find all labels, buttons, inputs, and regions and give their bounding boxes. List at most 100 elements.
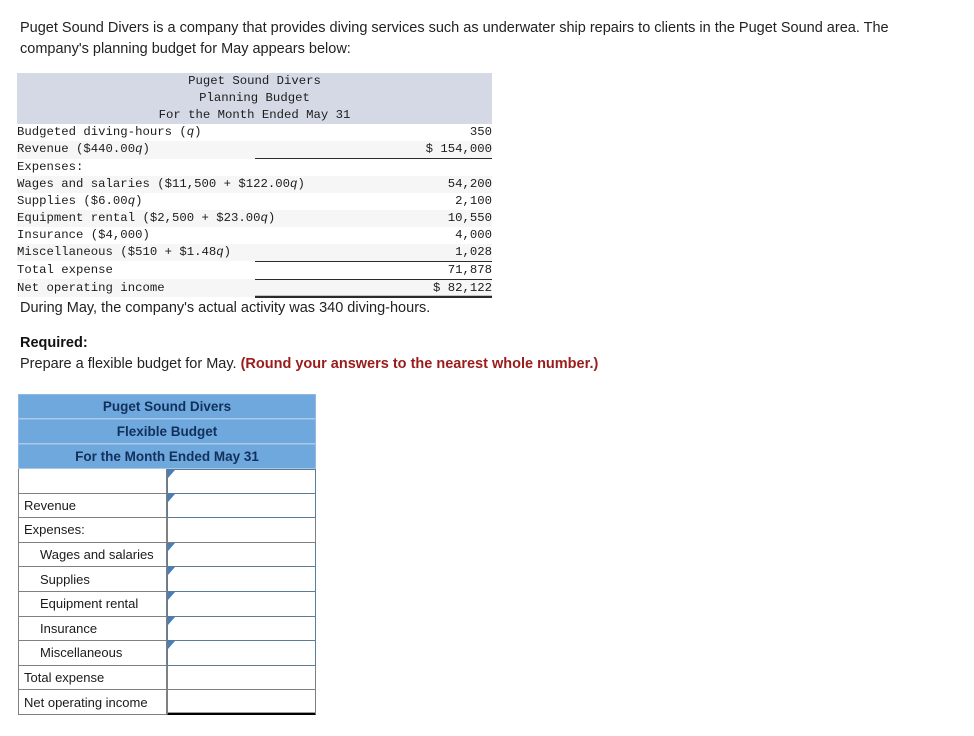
flexible-budget-row-label: Revenue: [18, 493, 167, 519]
actual-activity-text: During May, the company's actual activit…: [20, 300, 431, 316]
flexible-budget-answer-input[interactable]: [167, 518, 316, 543]
planning-budget-row: Total expense 71,878: [17, 261, 492, 280]
flexible-budget-row: Total expense: [18, 665, 316, 691]
required-instruction-line: Prepare a flexible budget for May. (Roun…: [20, 354, 820, 375]
flexible-budget-answer-input[interactable]: [167, 641, 316, 666]
planning-budget-title-row-1: Puget Sound Divers: [17, 73, 492, 90]
planning-budget-title-row-2: Planning Budget: [17, 90, 492, 107]
flexible-budget-row-label: Wages and salaries: [18, 542, 167, 568]
flexible-budget-row-label: Miscellaneous: [18, 641, 167, 666]
planning-budget-row-label: Supplies ($6.00q): [17, 193, 143, 208]
cell-marker-icon: [168, 591, 175, 600]
flexible-budget-row-label: Total expense: [18, 665, 167, 691]
flexible-budget-title-row-1: Puget Sound Divers: [18, 394, 316, 419]
rounding-note: (Round your answers to the nearest whole…: [240, 356, 599, 372]
planning-budget-row-label: Budgeted diving-hours (q): [17, 125, 202, 139]
flexible-budget-grid: Puget Sound Divers Flexible Budget For t…: [18, 394, 316, 715]
flexible-budget-period: For the Month Ended May 31: [18, 444, 316, 469]
flexible-budget-row-label: [18, 469, 167, 494]
planning-budget-row-label: Expenses:: [17, 159, 84, 174]
activity-variable: q: [186, 125, 195, 139]
planning-budget-row-value: 4,000: [455, 227, 492, 242]
flexible-budget-answer-input[interactable]: [167, 567, 316, 592]
planning-budget-row-label: Total expense: [17, 262, 113, 277]
planning-budget-title-row-3: For the Month Ended May 31: [17, 107, 492, 124]
flexible-budget-answer-input[interactable]: [167, 493, 316, 519]
planning-budget-row: Equipment rental ($2,500 + $23.00q) 10,55…: [17, 209, 492, 227]
planning-budget-row-value: [255, 159, 493, 176]
planning-budget-row-value: 2,100: [455, 193, 492, 208]
flexible-budget-row: Miscellaneous: [18, 641, 316, 666]
planning-budget-rows: Budgeted diving-hours (q) 350 Revenue ($44…: [17, 124, 492, 298]
cell-marker-icon: [168, 641, 175, 650]
intro-paragraph: Puget Sound Divers is a company that pro…: [20, 18, 950, 60]
planning-budget-row-value: $ 82,122: [254, 279, 492, 298]
flexible-budget-row-label: Supplies: [18, 567, 167, 592]
required-instruction: Prepare a flexible budget for May.: [20, 356, 241, 372]
flexible-budget-answer-input[interactable]: [167, 665, 316, 691]
flexible-budget-title-row-2: Flexible Budget: [18, 419, 316, 444]
planning-budget-statement-name: Planning Budget: [17, 90, 492, 107]
flexible-budget-row: Net operating income: [18, 690, 316, 715]
planning-budget-row: Net operating income $ 82,122: [17, 279, 492, 298]
cell-marker-icon: [168, 542, 175, 551]
activity-variable: q: [216, 244, 224, 259]
planning-budget-grid: Puget Sound Divers Planning Budget For t…: [17, 73, 492, 298]
planning-budget-row-label: Insurance ($4,000): [17, 227, 150, 242]
flexible-budget-row: Wages and salaries: [18, 542, 316, 568]
flexible-budget-row: Expenses:: [18, 518, 316, 543]
flexible-budget-answer-input[interactable]: [167, 690, 316, 715]
required-block: Required: Prepare a flexible budget for …: [20, 333, 820, 375]
cell-marker-icon: [168, 493, 175, 502]
cell-marker-icon: [168, 470, 175, 478]
planning-budget-row-value: 10,550: [447, 210, 492, 225]
planning-budget-table: Puget Sound Divers Planning Budget For t…: [17, 73, 492, 298]
planning-budget-row-label: Revenue ($440.00q): [17, 142, 150, 157]
activity-variable: q: [127, 193, 136, 208]
planning-budget-row-label: Wages and salaries ($11,500 + $122.00q): [17, 176, 305, 191]
planning-budget-row-label: Miscellaneous ($510 + $1.48q): [17, 244, 232, 259]
flexible-budget-answer-input[interactable]: [167, 542, 316, 568]
flexible-budget-row: [18, 469, 316, 494]
flexible-budget-rows: Revenue Expenses: Wages and salaries Suppli…: [18, 469, 316, 715]
planning-budget-row: Budgeted diving-hours (q) 350: [17, 124, 492, 141]
cell-marker-icon: [168, 616, 175, 625]
planning-budget-body: Puget Sound Divers Planning Budget For t…: [17, 73, 492, 124]
flexible-budget-row-label: Net operating income: [18, 690, 167, 715]
planning-budget-row-value: $ 154,000: [254, 141, 492, 159]
flexible-budget-row: Equipment rental: [18, 591, 316, 617]
flexible-budget-answer-input[interactable]: [167, 591, 316, 617]
planning-budget-row-label: Equipment rental ($2,500 + $23.00q): [17, 210, 276, 225]
flexible-budget-table: Puget Sound Divers Flexible Budget For t…: [18, 394, 316, 715]
planning-budget-row: Revenue ($440.00q) $ 154,000: [17, 141, 492, 159]
planning-budget-row: Supplies ($6.00q) 2,100: [17, 193, 492, 210]
flexible-budget-row-label: Expenses:: [18, 518, 167, 543]
planning-budget-row: Expenses:: [17, 159, 492, 176]
planning-budget-row: Miscellaneous ($510 + $1.48q) 1,028: [17, 243, 492, 262]
planning-budget-row: Insurance ($4,000) 4,000: [17, 227, 492, 244]
flexible-budget-answer-input[interactable]: [167, 469, 316, 494]
required-label: Required:: [20, 335, 88, 351]
flexible-budget-row: Supplies: [18, 567, 316, 592]
flexible-budget-header: Puget Sound Divers Flexible Budget For t…: [18, 394, 316, 469]
actual-activity-paragraph: During May, the company's actual activit…: [20, 298, 720, 319]
flexible-budget-company-name: Puget Sound Divers: [18, 394, 316, 419]
flexible-budget-answer-input[interactable]: [167, 616, 316, 642]
intro-text: Puget Sound Divers is a company that pro…: [20, 20, 889, 57]
flexible-budget-statement-name: Flexible Budget: [18, 419, 316, 444]
flexible-budget-row-label: Equipment rental: [18, 591, 167, 617]
cell-marker-icon: [168, 567, 175, 576]
flexible-budget-row-label: Insurance: [18, 616, 167, 642]
planning-budget-period: For the Month Ended May 31: [17, 107, 492, 124]
planning-budget-row: Wages and salaries ($11,500 + $122.00q) 5…: [17, 175, 492, 193]
flexible-budget-row: Insurance: [18, 616, 316, 642]
planning-budget-company-name: Puget Sound Divers: [17, 73, 492, 90]
activity-variable: q: [290, 176, 298, 191]
flexible-budget-row: Revenue: [18, 493, 316, 519]
planning-budget-row-value: 1,028: [254, 243, 492, 262]
flexible-budget-title-row-3: For the Month Ended May 31: [18, 444, 316, 469]
planning-budget-row-value: 71,878: [254, 261, 492, 280]
planning-budget-row-label: Net operating income: [17, 280, 165, 295]
activity-variable: q: [260, 210, 268, 225]
planning-budget-row-value: 350: [469, 125, 492, 139]
